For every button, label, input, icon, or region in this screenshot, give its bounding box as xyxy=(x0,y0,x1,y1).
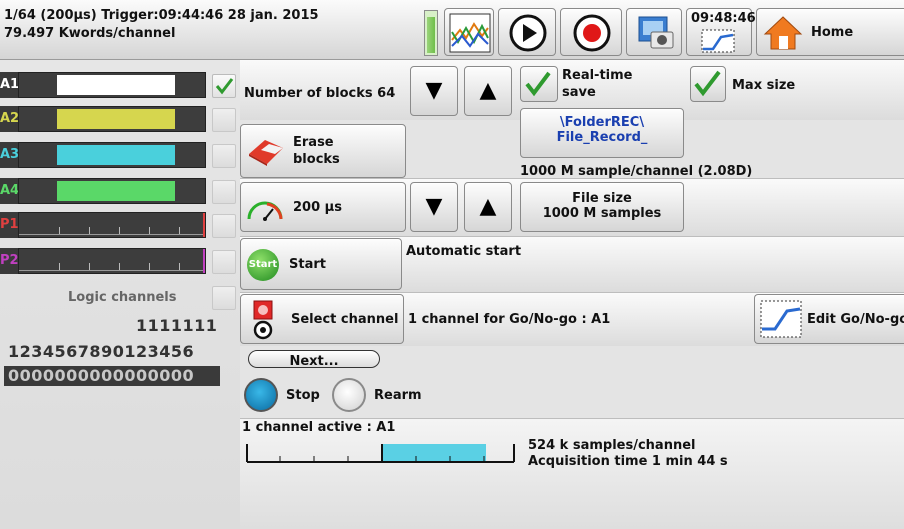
select-channel-button[interactable]: Select channel xyxy=(240,294,404,344)
folder-button[interactable]: \FolderREC\ File_Record_ xyxy=(520,108,684,158)
blocks-down-button[interactable]: ▼ xyxy=(410,66,458,116)
channel-label: P1 xyxy=(0,212,19,238)
channel-label: A4 xyxy=(0,178,19,204)
channel-label: A3 xyxy=(0,142,19,168)
realtime-save-checkbox[interactable] xyxy=(520,66,558,102)
start-button[interactable]: Start Start xyxy=(240,238,402,290)
memory-usage-bar xyxy=(246,444,515,463)
period-label: 200 µs xyxy=(293,200,342,215)
period-down-button[interactable]: ▼ xyxy=(410,182,458,232)
period-button[interactable]: 200 µs xyxy=(240,182,406,232)
check-icon xyxy=(215,78,234,95)
channel-checkbox-a3[interactable] xyxy=(212,144,236,168)
channel-checkbox-a2[interactable] xyxy=(212,108,236,132)
start-icon: Start xyxy=(247,249,279,281)
automatic-start-label: Automatic start xyxy=(406,244,522,259)
channel-label: A1 xyxy=(0,72,19,98)
channel-row-p1[interactable]: P1 xyxy=(0,208,240,240)
channel-checkbox-p1[interactable] xyxy=(212,214,236,238)
channel-row-a3[interactable]: A3 xyxy=(0,138,240,170)
channel-bar[interactable] xyxy=(18,72,206,98)
channel-bar[interactable] xyxy=(18,106,206,132)
file-size-title: File size xyxy=(572,191,632,206)
logic-channels-checkbox[interactable] xyxy=(212,286,236,310)
edit-gonogo-label: Edit Go/No-go xyxy=(807,312,904,327)
logic-values: 0000000000000000 xyxy=(4,366,220,386)
blocks-up-button[interactable]: ▲ xyxy=(464,66,512,116)
chart-icon xyxy=(449,13,491,53)
channel-row-a4[interactable]: A4 xyxy=(0,174,240,206)
trigger-status: 1/64 (200µs) Trigger:09:44:46 28 jan. 20… xyxy=(4,8,319,23)
acquisition-time: Acquisition time 1 min 44 s xyxy=(528,454,728,469)
play-button[interactable] xyxy=(498,8,556,56)
channel-bar[interactable] xyxy=(18,248,206,274)
gauge-icon xyxy=(247,201,283,221)
record-button[interactable] xyxy=(560,8,622,56)
channel-row-a1[interactable]: A1 xyxy=(0,68,240,100)
file-size-value: 1000 M samples xyxy=(542,206,662,221)
channel-bar[interactable] xyxy=(18,178,206,204)
edit-gonogo-button[interactable]: Edit Go/No-go xyxy=(754,294,904,344)
eraser-icon xyxy=(249,140,283,166)
erase-label-1: Erase xyxy=(293,135,334,150)
stop-label: Stop xyxy=(286,388,320,403)
start-label: Start xyxy=(289,257,326,272)
home-icon xyxy=(763,16,803,50)
channel-active-info: 1 channel active : A1 xyxy=(242,420,396,435)
channel-label: A2 xyxy=(0,106,19,132)
max-size-checkbox[interactable] xyxy=(690,66,726,102)
gonogo-info: 1 channel for Go/No-go : A1 xyxy=(408,312,611,327)
record-icon xyxy=(573,14,611,52)
blocks-label: Number of blocks 64 xyxy=(244,86,396,101)
channel-row-a2[interactable]: A2 xyxy=(0,102,240,134)
channel-checkbox-a1[interactable] xyxy=(212,74,236,98)
logic-index-tens: 1111111 xyxy=(136,316,218,335)
file-size-button[interactable]: File size 1000 M samples xyxy=(520,182,684,232)
channel-select-icon xyxy=(253,300,273,340)
channel-checkbox-p2[interactable] xyxy=(212,250,236,274)
top-status-bar: 1/64 (200µs) Trigger:09:44:46 28 jan. 20… xyxy=(0,0,904,60)
stop-radio[interactable] xyxy=(244,378,278,412)
edit-curve-icon xyxy=(760,300,802,338)
erase-label-2: blocks xyxy=(293,152,340,167)
check-icon xyxy=(694,70,721,97)
logic-index-units: 1234567890123456 xyxy=(8,342,195,361)
realtime-save-label: save xyxy=(562,85,596,100)
channel-bar[interactable] xyxy=(18,142,206,168)
clock-button[interactable]: 09:48:46 xyxy=(686,8,756,56)
samples-per-channel: 524 k samples/channel xyxy=(528,438,696,453)
rearm-radio[interactable] xyxy=(332,378,366,412)
screenshot-button[interactable] xyxy=(626,8,682,56)
kwords-status: 79.497 Kwords/channel xyxy=(4,26,176,41)
channel-label: P2 xyxy=(0,248,19,274)
chart-view-button[interactable] xyxy=(444,8,494,56)
curve-icon xyxy=(701,29,735,53)
clock-time: 09:48:46 xyxy=(691,11,756,26)
channel-row-p2[interactable]: P2 xyxy=(0,244,240,276)
play-icon xyxy=(509,14,547,52)
folder-path: \FolderREC\ xyxy=(559,115,645,130)
channel-bar[interactable] xyxy=(18,212,206,238)
file-name: File_Record_ xyxy=(556,130,648,145)
max-size-label: Max size xyxy=(732,78,796,93)
battery-icon xyxy=(424,10,438,56)
logic-channels-title: Logic channels xyxy=(68,290,177,305)
next-button[interactable]: Next... xyxy=(248,350,380,369)
select-channel-label: Select channel xyxy=(291,312,399,327)
erase-blocks-button[interactable]: Erase blocks xyxy=(240,124,406,178)
home-label: Home xyxy=(811,25,854,40)
camera-icon xyxy=(638,16,674,49)
channel-checkbox-a4[interactable] xyxy=(212,180,236,204)
home-button[interactable]: Home xyxy=(756,8,904,56)
check-icon xyxy=(525,71,551,97)
realtime-label: Real-time xyxy=(562,68,633,83)
next-label: Next... xyxy=(289,354,339,369)
sample-info: 1000 M sample/channel (2.08D) xyxy=(520,164,753,179)
period-up-button[interactable]: ▲ xyxy=(464,182,512,232)
rearm-label: Rearm xyxy=(374,388,422,403)
